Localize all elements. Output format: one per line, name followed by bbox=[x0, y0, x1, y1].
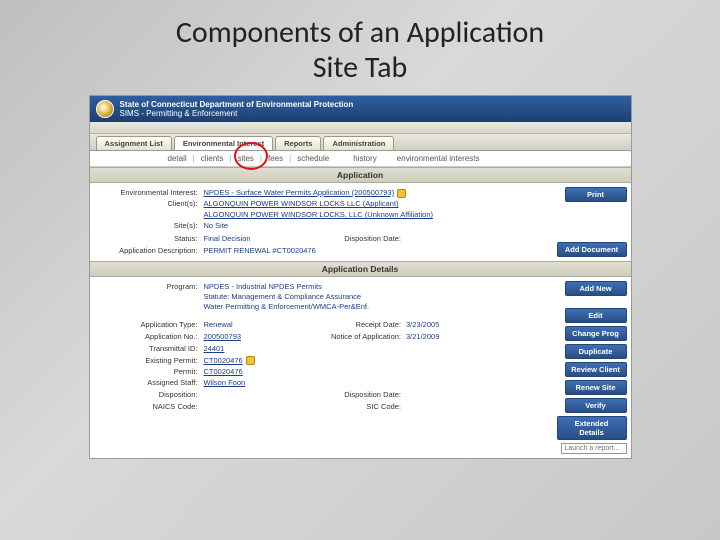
val-client1[interactable]: ALGONQUIN POWER WINDSOR LOCKS LLC (Appli… bbox=[204, 199, 547, 209]
add-new-button[interactable]: Add New bbox=[565, 281, 627, 296]
duplicate-button[interactable]: Duplicate bbox=[565, 344, 627, 359]
lbl-sic: SIC Code: bbox=[328, 402, 406, 412]
subtab-schedule[interactable]: schedule bbox=[297, 154, 329, 163]
launch-report-input[interactable] bbox=[561, 443, 627, 454]
subtab-detail[interactable]: detail bbox=[168, 154, 187, 163]
val-sites: No Site bbox=[204, 221, 547, 231]
val-envint[interactable]: NPDES - Surface Water Permits Applicatio… bbox=[204, 188, 547, 198]
lbl-permit: Permit: bbox=[96, 367, 204, 377]
val-program2: Statute: Management & Compliance Assuran… bbox=[204, 292, 547, 302]
tab-environmental-interest[interactable]: Environmental Interest bbox=[174, 136, 273, 150]
app-header: State of Connecticut Department of Envir… bbox=[90, 96, 631, 122]
lbl-desc: Application Description: bbox=[96, 246, 204, 256]
print-button[interactable]: Print bbox=[565, 187, 627, 202]
section-application-details: Application Details bbox=[90, 261, 631, 277]
app-window: State of Connecticut Department of Envir… bbox=[89, 95, 632, 459]
subtab-env-interests[interactable]: environmental interests bbox=[397, 154, 480, 163]
val-client2[interactable]: ALGONQUIN POWER WINDSOR LOCKS, LLC (Unkn… bbox=[204, 210, 547, 220]
verify-button[interactable]: Verify bbox=[565, 398, 627, 413]
header-line1: State of Connecticut Department of Envir… bbox=[120, 100, 354, 109]
change-prog-button[interactable]: Change Prog bbox=[565, 326, 627, 341]
lbl-dispdate2: Disposition Date: bbox=[328, 390, 406, 400]
lbl-sites: Site(s): bbox=[96, 221, 204, 231]
extended-details-button[interactable]: Extended Details bbox=[557, 416, 627, 440]
edit-button[interactable]: Edit bbox=[565, 308, 627, 323]
add-document-button[interactable]: Add Document bbox=[557, 242, 627, 257]
lbl-appno: Application No.: bbox=[96, 332, 204, 342]
lbl-clients: Client(s): bbox=[96, 199, 204, 209]
val-desc: PERMIT RENEWAL #CT0020476 bbox=[204, 246, 547, 256]
section-application: Application bbox=[90, 167, 631, 183]
lbl-dispdate: Disposition Date: bbox=[328, 234, 406, 244]
main-tabs: Assignment List Environmental Interest R… bbox=[90, 134, 631, 151]
lbl-expermit: Existing Permit: bbox=[96, 356, 204, 366]
header-line2: SIMS - Permitting & Enforcement bbox=[120, 109, 354, 118]
lbl-recdate: Receipt Date: bbox=[328, 320, 406, 330]
tab-assignment-list[interactable]: Assignment List bbox=[96, 136, 172, 150]
lbl-staff: Assigned Staff: bbox=[96, 378, 204, 388]
val-appno[interactable]: 200500793 bbox=[204, 332, 315, 342]
val-apptype: Renewal bbox=[204, 320, 315, 330]
info-icon[interactable] bbox=[397, 189, 406, 198]
slide-title: Components of an ApplicationSite Tab bbox=[60, 16, 660, 85]
val-trans[interactable]: 24401 bbox=[204, 344, 547, 354]
lbl-noa: Notice of Application: bbox=[328, 332, 406, 342]
val-expermit[interactable]: CT0020476 bbox=[204, 356, 547, 366]
subtab-fees[interactable]: fees bbox=[268, 154, 283, 163]
lbl-apptype: Application Type: bbox=[96, 320, 204, 330]
tab-reports[interactable]: Reports bbox=[275, 136, 321, 150]
val-program1[interactable]: NPDES - Industrial NPDES Permits bbox=[204, 282, 547, 292]
val-recdate: 3/23/2005 bbox=[406, 320, 547, 330]
lbl-trans: Transmittal ID: bbox=[96, 344, 204, 354]
permit-icon[interactable] bbox=[246, 356, 255, 365]
lbl-disp: Disposition: bbox=[96, 390, 204, 400]
toolbar bbox=[90, 122, 631, 134]
val-staff[interactable]: Wilson Foon bbox=[204, 378, 547, 388]
val-permit[interactable]: CT0020476 bbox=[204, 367, 547, 377]
lbl-status: Status: bbox=[96, 234, 204, 244]
state-seal-icon bbox=[96, 100, 114, 118]
val-status: Final Decision bbox=[204, 234, 315, 244]
lbl-naics: NAICS Code: bbox=[96, 402, 204, 412]
val-program3: Water Permitting & Enforcement/WMCA-Per&… bbox=[204, 302, 547, 312]
tab-administration[interactable]: Administration bbox=[323, 136, 394, 150]
subtab-sites[interactable]: sites bbox=[237, 154, 253, 163]
lbl-envint: Environmental Interest: bbox=[96, 188, 204, 198]
renew-site-button[interactable]: Renew Site bbox=[565, 380, 627, 395]
lbl-program: Program: bbox=[96, 282, 204, 312]
val-noa: 3/21/2009 bbox=[406, 332, 547, 342]
subtab-clients[interactable]: clients bbox=[201, 154, 224, 163]
sub-tabs: detail| clients| sites| fees| schedule h… bbox=[90, 151, 631, 167]
subtab-history[interactable]: history bbox=[353, 154, 377, 163]
review-client-button[interactable]: Review Client bbox=[565, 362, 627, 377]
